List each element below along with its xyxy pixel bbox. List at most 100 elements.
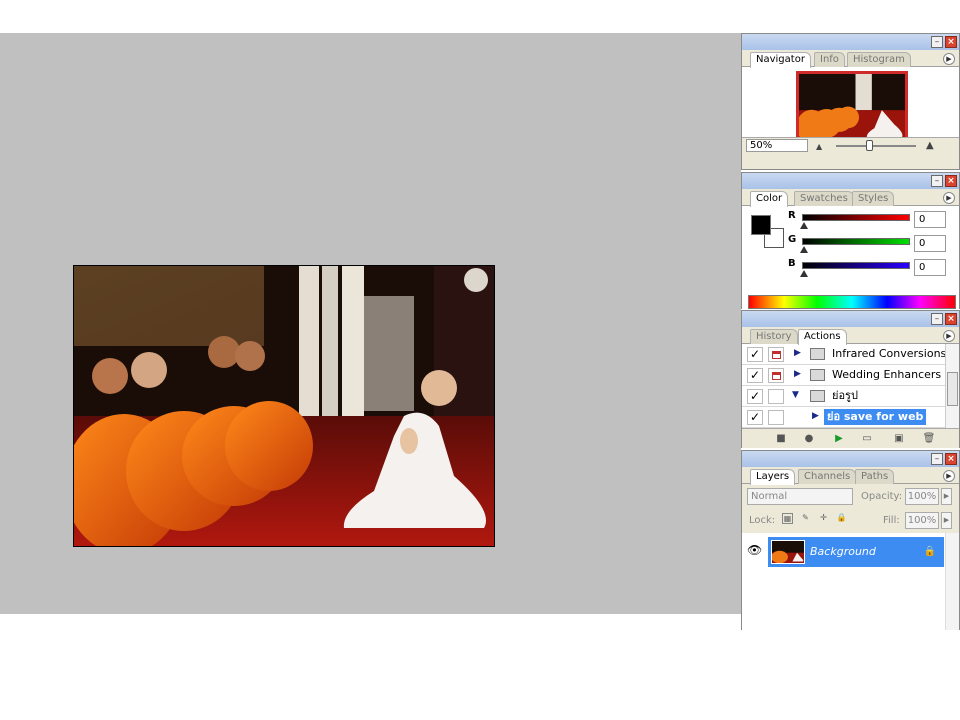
blend-mode-select[interactable]: Normal xyxy=(747,488,853,505)
tab-histogram[interactable]: Histogram xyxy=(847,52,911,67)
expand-triangle-icon[interactable]: ▶ xyxy=(794,369,801,379)
fill-arrow-icon[interactable]: ▶ xyxy=(941,512,952,529)
color-panel-titlebar[interactable]: – × xyxy=(742,173,959,189)
zoom-slider-handle[interactable] xyxy=(866,140,873,151)
dialog-toggle[interactable] xyxy=(768,347,784,362)
lock-position-move-icon[interactable]: ✛ xyxy=(818,513,829,524)
dialog-toggle[interactable] xyxy=(768,410,784,425)
visibility-eye-icon[interactable]: 👁 xyxy=(747,543,762,557)
new-set-folder-icon[interactable]: ▭ xyxy=(860,432,874,445)
action-set-infrared[interactable]: ✓ ▶ Infrared Conversions xyxy=(742,344,947,365)
panel-menu-arrow-icon[interactable]: ▶ xyxy=(943,192,955,204)
panel-menu-arrow-icon[interactable]: ▶ xyxy=(943,470,955,482)
action-set-resize[interactable]: ✓ ▼ ย่อรูป xyxy=(742,386,945,407)
blue-channel-slider[interactable] xyxy=(802,262,910,269)
action-toggle-checkmark-icon[interactable]: ✓ xyxy=(747,347,763,362)
layers-panel: – × Layers Channels Paths ▶ Normal Opaci… xyxy=(741,450,960,630)
tab-paths[interactable]: Paths xyxy=(855,469,895,484)
opacity-input[interactable]: 100% xyxy=(905,488,939,505)
action-save-for-web[interactable]: ✓ ▶ ย่อ save for web xyxy=(742,407,945,428)
panel-menu-arrow-icon[interactable]: ▶ xyxy=(943,330,955,342)
collapse-triangle-icon[interactable]: ▼ xyxy=(792,390,799,400)
folder-icon xyxy=(810,369,825,381)
tab-info[interactable]: Info xyxy=(814,52,845,67)
close-icon[interactable]: × xyxy=(945,175,957,187)
minimize-icon[interactable]: – xyxy=(931,453,943,465)
green-slider-handle[interactable] xyxy=(800,246,808,253)
red-value-input[interactable]: 0 xyxy=(914,211,946,228)
tab-actions[interactable]: Actions xyxy=(798,329,847,345)
stop-icon[interactable]: ■ xyxy=(774,432,788,445)
action-toggle-checkmark-icon[interactable]: ✓ xyxy=(747,368,763,383)
zoom-slider[interactable] xyxy=(836,145,916,147)
green-channel-slider[interactable] xyxy=(802,238,910,245)
tab-styles[interactable]: Styles xyxy=(852,191,895,206)
navigator-view-box[interactable] xyxy=(796,71,908,145)
opacity-label: Opacity: xyxy=(861,491,903,502)
layers-scrollbar[interactable] xyxy=(945,533,959,630)
fill-input[interactable]: 100% xyxy=(905,512,939,529)
layers-body: Normal Opacity: 100% ▶ Lock: ▦ ✎ ✛ 🔒 Fil… xyxy=(742,484,959,630)
fill-label: Fill: xyxy=(883,515,900,526)
zoom-level-input[interactable]: 50% xyxy=(746,139,808,152)
actions-toolbar: ■ ● ▶ ▭ ▣ 🗑 xyxy=(742,428,959,448)
document-workspace[interactable] xyxy=(0,33,741,614)
zoom-in-icon[interactable]: ▲ xyxy=(926,140,934,151)
minimize-icon[interactable]: – xyxy=(931,175,943,187)
blue-value-input[interactable]: 0 xyxy=(914,259,946,276)
tab-color[interactable]: Color xyxy=(750,191,789,207)
trash-icon[interactable]: 🗑 xyxy=(922,432,936,445)
lock-transparency-icon[interactable]: ▦ xyxy=(782,513,793,524)
action-set-wedding[interactable]: ✓ ▶ Wedding Enhancers xyxy=(742,365,945,386)
channel-label-b: B xyxy=(788,258,796,269)
color-spectrum-ramp[interactable] xyxy=(748,295,956,309)
photo-monks-praying xyxy=(74,266,494,546)
document-canvas-image[interactable] xyxy=(73,265,495,547)
record-icon[interactable]: ● xyxy=(802,432,816,445)
dialog-icon xyxy=(772,351,781,359)
red-slider-handle[interactable] xyxy=(800,222,808,229)
expand-triangle-icon[interactable]: ▶ xyxy=(812,411,819,421)
color-body: R 0 G 0 B 0 xyxy=(742,206,959,314)
actions-scrollbar[interactable] xyxy=(945,344,959,428)
panel-menu-arrow-icon[interactable]: ▶ xyxy=(943,53,955,65)
actions-panel-titlebar[interactable]: – × xyxy=(742,311,959,327)
green-value-input[interactable]: 0 xyxy=(914,235,946,252)
minimize-icon[interactable]: – xyxy=(931,36,943,48)
action-set-label: Infrared Conversions xyxy=(832,347,947,360)
navigator-panel: – × Navigator Info Histogram ▶ 50% ▲ ▲ xyxy=(741,33,960,170)
actions-scroll-thumb[interactable] xyxy=(947,372,958,406)
tab-swatches[interactable]: Swatches xyxy=(794,191,854,206)
lock-image-brush-icon[interactable]: ✎ xyxy=(800,513,811,524)
navigator-panel-titlebar[interactable]: – × xyxy=(742,34,959,50)
actions-panel: – × History Actions ▶ ✓ ▶ Infrared Conve… xyxy=(741,310,960,448)
new-action-icon[interactable]: ▣ xyxy=(892,432,906,445)
lock-all-icon[interactable]: 🔒 xyxy=(836,513,847,524)
action-toggle-checkmark-icon[interactable]: ✓ xyxy=(747,410,763,425)
layer-row-background[interactable]: Background 🔒 xyxy=(768,537,944,567)
dialog-toggle[interactable] xyxy=(768,368,784,383)
close-icon[interactable]: × xyxy=(945,36,957,48)
layer-name[interactable]: Background xyxy=(810,545,876,558)
minimize-icon[interactable]: – xyxy=(931,313,943,325)
foreground-color-swatch[interactable] xyxy=(751,215,771,235)
dialog-toggle[interactable] xyxy=(768,389,784,404)
red-channel-slider[interactable] xyxy=(802,214,910,221)
opacity-arrow-icon[interactable]: ▶ xyxy=(941,488,952,505)
blue-slider-handle[interactable] xyxy=(800,270,808,277)
tab-layers[interactable]: Layers xyxy=(750,469,796,485)
play-icon[interactable]: ▶ xyxy=(832,432,846,445)
tab-channels[interactable]: Channels xyxy=(798,469,857,484)
expand-triangle-icon[interactable]: ▶ xyxy=(794,348,801,358)
navigator-zoom-bar: 50% ▲ ▲ xyxy=(742,137,959,153)
navigator-body: 50% ▲ ▲ xyxy=(742,67,959,153)
zoom-out-icon[interactable]: ▲ xyxy=(816,142,822,151)
close-icon[interactable]: × xyxy=(945,453,957,465)
actions-tabbar: History Actions ▶ xyxy=(742,327,959,345)
tab-history[interactable]: History xyxy=(750,329,798,344)
layers-panel-titlebar[interactable]: – × xyxy=(742,451,959,467)
close-icon[interactable]: × xyxy=(945,313,957,325)
action-toggle-checkmark-icon[interactable]: ✓ xyxy=(747,389,763,404)
color-panel: – × Color Swatches Styles ▶ R 0 G 0 B 0 xyxy=(741,172,960,314)
tab-navigator[interactable]: Navigator xyxy=(750,52,811,68)
